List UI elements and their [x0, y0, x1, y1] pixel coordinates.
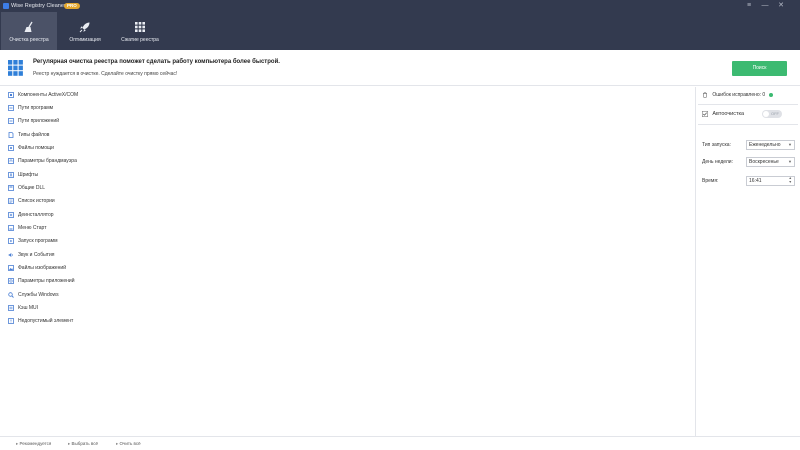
select-all-link[interactable]: ▸ Выбрать всё — [68, 441, 98, 447]
recommended-link[interactable]: ▸ Рекомендуется — [16, 441, 51, 447]
run-type-value: Еженедельно — [749, 142, 781, 148]
rocket-icon — [79, 22, 90, 33]
chevron-down-icon: ▼ — [788, 159, 792, 164]
component-icon — [8, 92, 14, 98]
time-label: Время: — [702, 178, 719, 184]
list-item-label: Типы файлов — [18, 132, 50, 138]
list-item-label: Службы Windows — [18, 292, 59, 298]
tab-registry-clean[interactable]: Очистка реестра — [1, 12, 57, 50]
auto-clean-row: Автоочистка — [702, 111, 744, 117]
divider — [698, 104, 798, 105]
weekday-label: День недели: — [702, 159, 733, 165]
list-item-label: Пути программ — [18, 105, 54, 111]
grid-icon — [135, 22, 145, 32]
list-item-label: Шрифты — [18, 172, 39, 178]
list-item-label: Файлы помощи — [18, 145, 54, 151]
list-item-label: Общие DLL — [18, 185, 46, 191]
list-item-label: Параметры брандмауэра — [18, 158, 77, 164]
list-item-label: Список истории — [18, 198, 55, 204]
status-banner: Регулярная очистка реестра поможет сдела… — [0, 50, 800, 86]
list-item-label: Звук и События — [18, 252, 55, 258]
list-item-label: Файлы изображений — [18, 265, 66, 271]
tab-optimization[interactable]: Оптимизация — [57, 12, 113, 50]
app-header: Wise Registry Cleaner 11 PRO ≡ — ✕ Очист… — [0, 0, 800, 50]
sound-icon — [8, 252, 13, 258]
checkbox-icon[interactable] — [702, 111, 708, 117]
chevron-right-icon: ▸ — [116, 441, 119, 446]
tab-label: Сжатие реестра — [121, 37, 159, 43]
banner-title: Регулярная очистка реестра поможет сдела… — [33, 59, 280, 65]
invalid-icon — [8, 318, 14, 324]
path-icon — [8, 105, 14, 111]
tab-registry-defrag[interactable]: Сжатие реестра — [112, 12, 168, 50]
list-item-label: Меню Старт — [18, 225, 47, 231]
spinner-icon[interactable]: ▲ ▼ — [789, 176, 792, 184]
weekday-select[interactable]: Воскресенье ▼ — [746, 157, 795, 167]
path-icon — [8, 118, 14, 124]
time-input[interactable]: 16:41 ▲ ▼ — [746, 176, 795, 186]
history-icon — [8, 198, 14, 204]
startup-icon — [8, 238, 14, 244]
run-type-label: Тип запуска: — [702, 142, 731, 148]
registry-blocks-icon — [8, 60, 23, 76]
toggle-knob — [763, 111, 769, 117]
run-type-select[interactable]: Еженедельно ▼ — [746, 140, 795, 150]
firewall-icon — [8, 158, 14, 164]
title-bar: Wise Registry Cleaner 11 PRO ≡ — ✕ — [0, 0, 800, 12]
list-item-label: Параметры приложений — [18, 278, 75, 284]
minimize-button[interactable]: — — [760, 1, 770, 11]
clear-all-link[interactable]: ▸ Очить всё — [116, 441, 141, 447]
scan-button[interactable]: Поиск — [732, 61, 787, 76]
app-logo-icon — [3, 3, 9, 9]
list-item-label: Кэш MUI — [18, 305, 39, 311]
list-item-label: Запуск программ — [18, 238, 58, 244]
errors-fixed-label: Ошибок исправлено: 0 — [712, 92, 766, 99]
dll-icon — [8, 185, 14, 191]
list-item-label: Пути приложений — [18, 118, 60, 124]
toggle-state: OFF — [771, 111, 779, 116]
panel-divider — [695, 87, 696, 436]
image-file-icon — [8, 265, 14, 271]
auto-clean-label: Автоочистка — [712, 111, 745, 118]
errors-fixed-row: Ошибок исправлено: 0 — [702, 92, 773, 98]
clear-all-label: Очить всё — [119, 441, 141, 446]
status-dot-icon — [768, 93, 773, 97]
help-file-icon — [8, 145, 14, 151]
auto-clean-toggle[interactable]: OFF — [762, 110, 782, 118]
file-type-icon — [8, 132, 14, 138]
select-all-label: Выбрать всё — [71, 441, 98, 446]
divider — [698, 124, 798, 125]
list-item-label: Недопустимый элемент — [18, 318, 74, 324]
chevron-right-icon: ▸ — [68, 441, 71, 446]
font-icon — [8, 172, 14, 178]
banner-subtitle: Реестр нуждается в очистке. Сделайте очи… — [33, 71, 178, 77]
cache-icon — [8, 305, 14, 311]
chevron-right-icon: ▸ — [16, 441, 19, 446]
menu-icon[interactable]: ≡ — [744, 1, 754, 11]
recommended-label: Рекомендуется — [19, 441, 52, 446]
registry-items-list: Компоненты ActiveX/COM Пути программ Пут… — [0, 87, 695, 436]
pro-badge: PRO — [64, 3, 80, 9]
list-item-label: Компоненты ActiveX/COM — [18, 92, 79, 98]
start-menu-icon — [8, 225, 14, 231]
tab-label: Очистка реестра — [9, 37, 49, 43]
uninstall-icon — [8, 212, 14, 218]
trash-icon — [703, 92, 707, 98]
time-value: 16:41 — [749, 178, 762, 184]
close-button[interactable]: ✕ — [776, 1, 786, 11]
broom-icon — [24, 21, 33, 32]
chevron-down-icon: ▼ — [788, 142, 792, 147]
tab-label: Оптимизация — [69, 37, 101, 43]
footer-bar: ▸ Рекомендуется ▸ Выбрать всё ▸ Очить вс… — [0, 436, 800, 450]
search-icon — [8, 292, 14, 298]
list-item-label: Деинсталлятор — [18, 212, 54, 218]
app-settings-icon — [8, 278, 14, 284]
weekday-value: Воскресенье — [749, 159, 779, 165]
